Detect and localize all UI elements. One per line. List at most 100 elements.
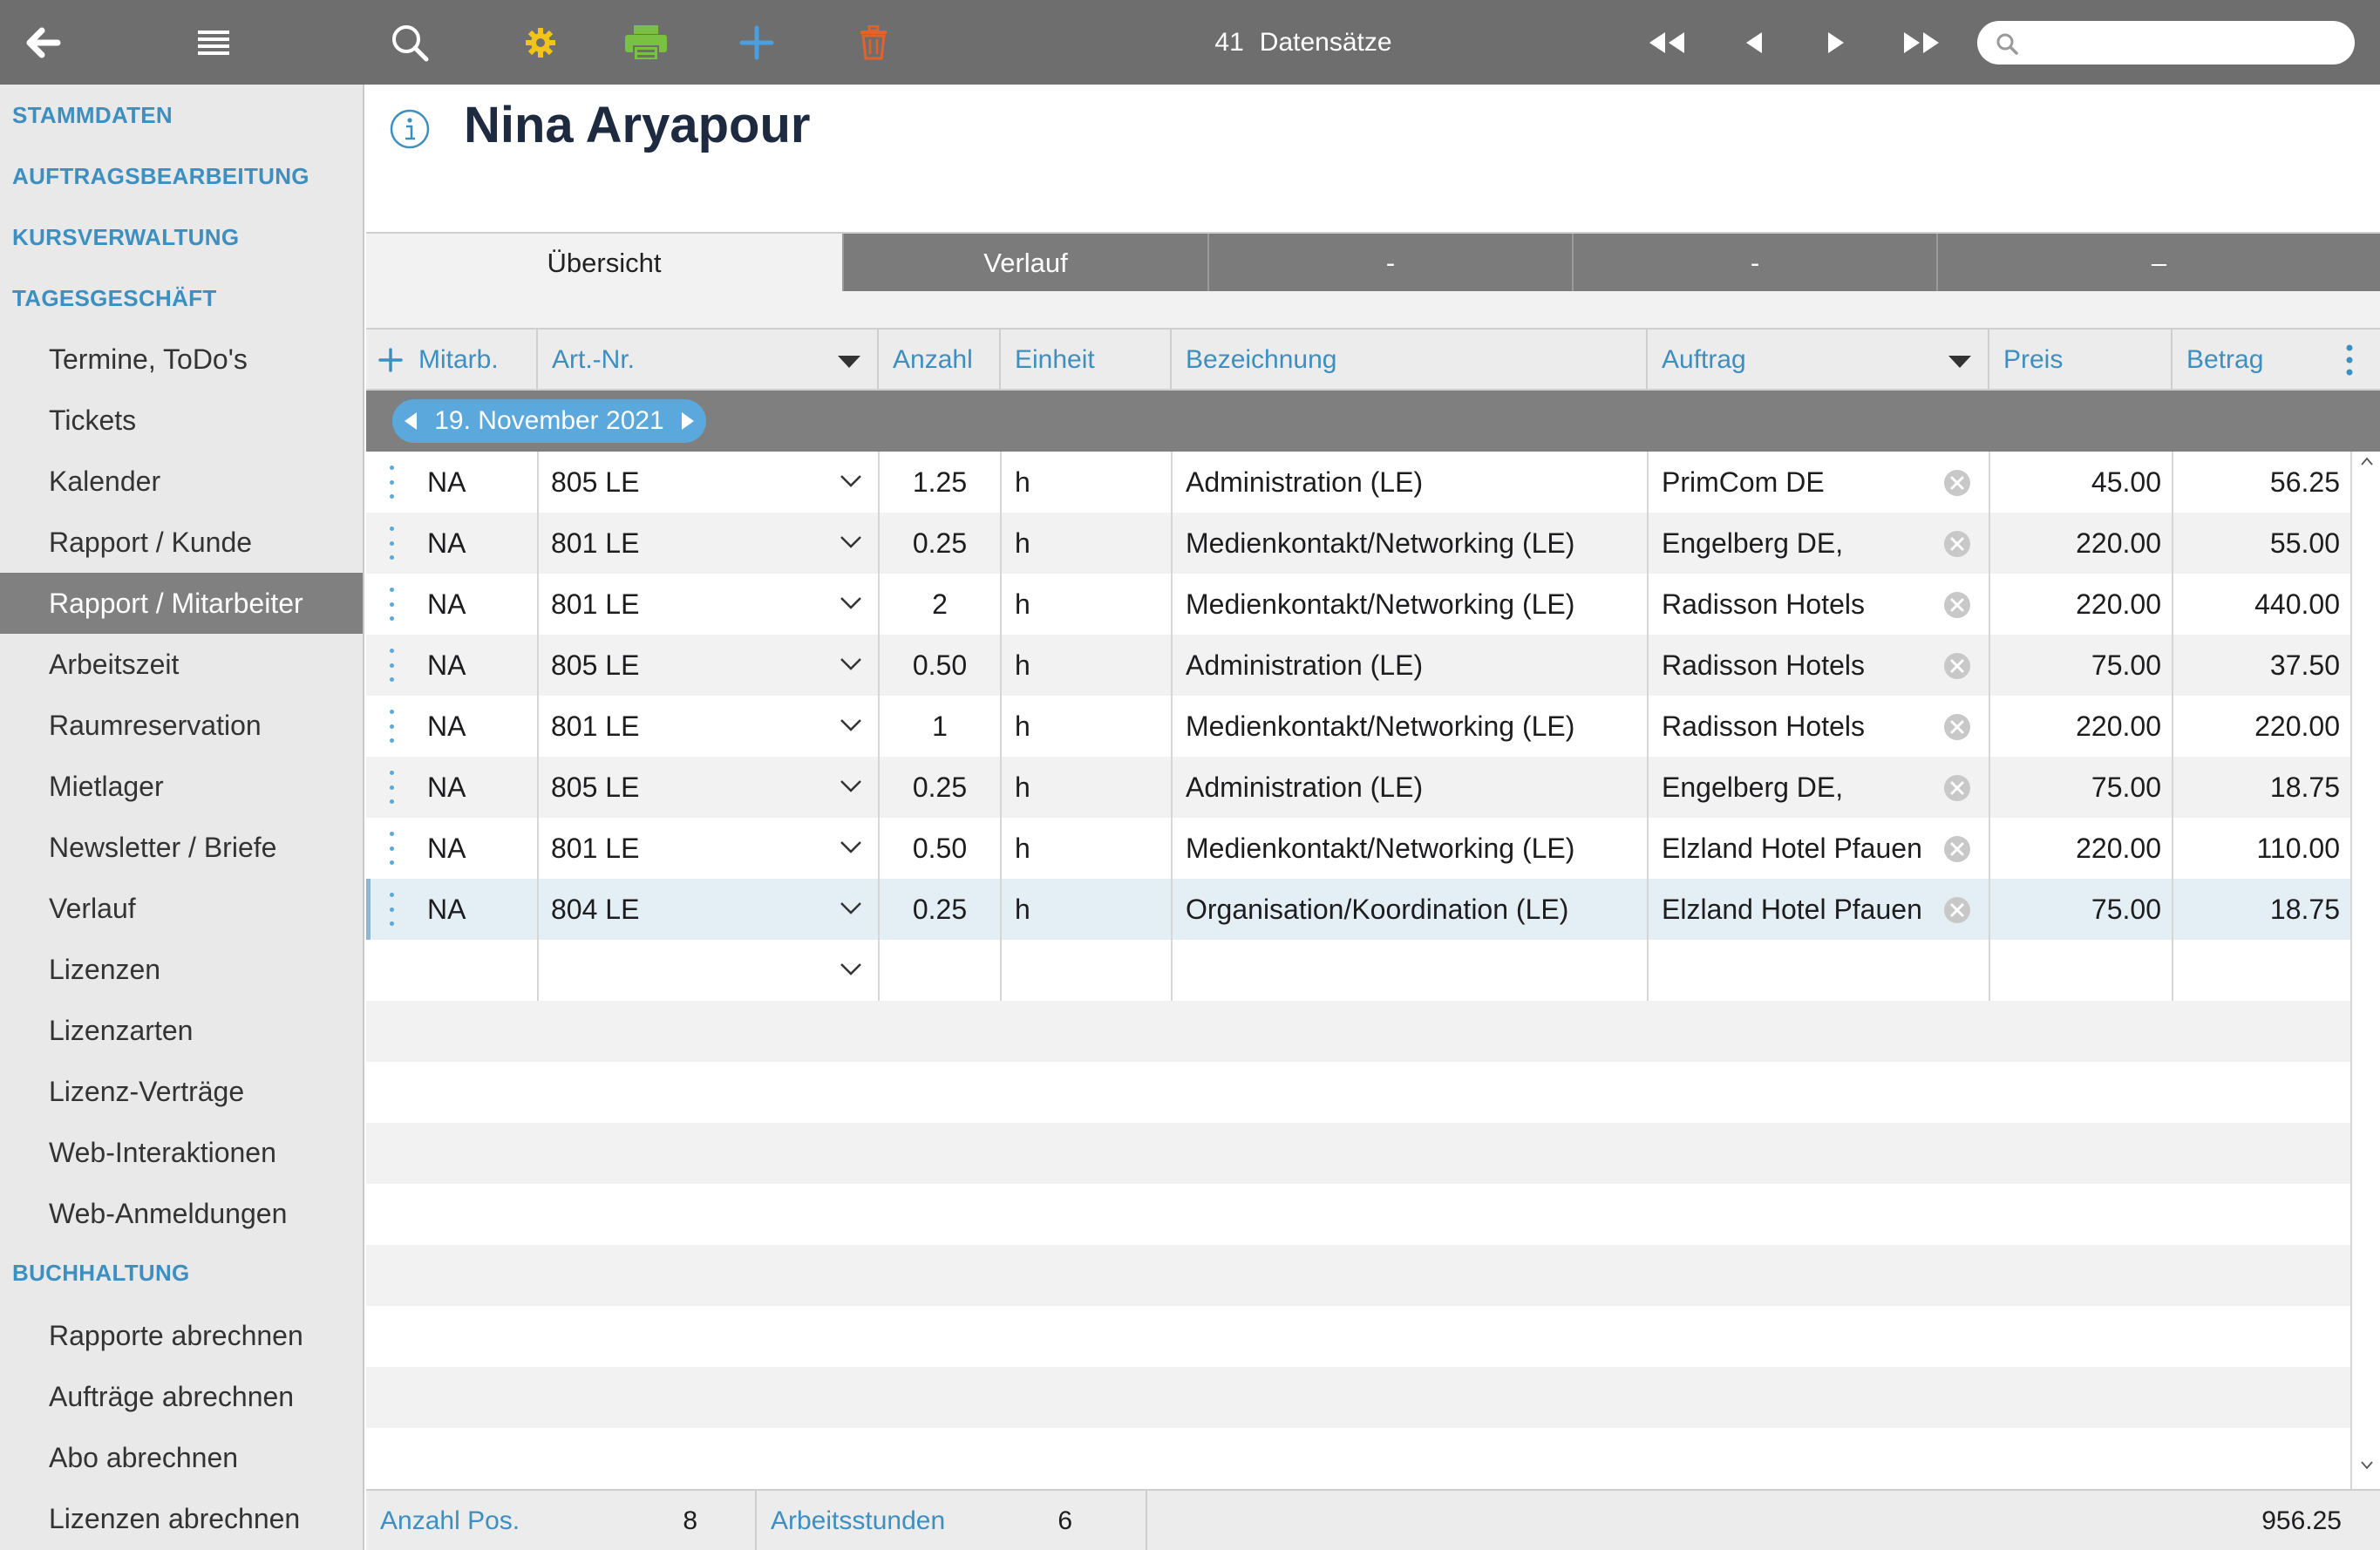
- scrollbar[interactable]: [2350, 452, 2380, 1489]
- sidebar-item-lizenz-vertraege[interactable]: Lizenz-Verträge: [0, 1061, 363, 1122]
- column-header-artnr[interactable]: Art.-Nr.: [538, 330, 799, 391]
- cell-preis[interactable]: 75.00: [1990, 879, 2172, 940]
- tab-empty-2[interactable]: -: [1572, 234, 1936, 293]
- clear-order-icon[interactable]: [1943, 896, 1971, 924]
- clear-order-icon[interactable]: [1943, 713, 1971, 741]
- sidebar-item-lizenzen-abrechnen[interactable]: Lizenzen abrechnen: [0, 1488, 363, 1549]
- cell-anzahl[interactable]: 1: [880, 696, 1000, 757]
- cell-bezeichnung[interactable]: Medienkontakt/Networking (LE): [1186, 574, 1639, 635]
- cell-artnr[interactable]: 805 LE: [551, 757, 813, 818]
- cell-einheit[interactable]: h: [1015, 513, 1163, 574]
- cell-anzahl[interactable]: 0.25: [880, 879, 1000, 940]
- sidebar-item-raumreservation[interactable]: Raumreservation: [0, 695, 363, 756]
- cell-einheit[interactable]: h: [1015, 879, 1163, 940]
- cell-anzahl[interactable]: 0.25: [880, 513, 1000, 574]
- menu-button[interactable]: [187, 0, 240, 85]
- sidebar-item-lizenzen[interactable]: Lizenzen: [0, 939, 363, 1000]
- cell-artnr[interactable]: 801 LE: [551, 696, 813, 757]
- sidebar-item-web-anmeldungen[interactable]: Web-Anmeldungen: [0, 1183, 363, 1244]
- cell-auftrag[interactable]: Elzland Hotel Pfauen: [1662, 879, 1941, 940]
- table-row[interactable]: NA 804 LE 0.25 h Organisation/Koordination (…: [366, 879, 2350, 940]
- add-button[interactable]: [731, 0, 783, 85]
- row-menu-icon[interactable]: [389, 893, 394, 926]
- cell-einheit[interactable]: h: [1015, 757, 1163, 818]
- table-row[interactable]: NA 805 LE 0.25 h Administration (LE) Engelber…: [366, 757, 2350, 818]
- row-menu-icon[interactable]: [389, 710, 394, 743]
- cell-artnr[interactable]: 805 LE: [551, 635, 813, 696]
- row-menu-icon[interactable]: [389, 466, 394, 499]
- table-row[interactable]: NA 805 LE 0.50 h Administration (LE) Radisson…: [366, 635, 2350, 696]
- previous-date-icon[interactable]: [405, 412, 417, 430]
- sort-dropdown-icon[interactable]: [837, 355, 861, 369]
- cell-bezeichnung[interactable]: Medienkontakt/Networking (LE): [1186, 513, 1639, 574]
- cell-anzahl[interactable]: 0.50: [880, 818, 1000, 879]
- cell-anzahl[interactable]: 0.50: [880, 635, 1000, 696]
- row-menu-icon[interactable]: [389, 527, 394, 560]
- cell-artnr[interactable]: 801 LE: [551, 818, 813, 879]
- search-field[interactable]: [1977, 21, 2355, 65]
- cell-auftrag[interactable]: Radisson Hotels: [1662, 635, 1941, 696]
- cell-auftrag[interactable]: PrimCom DE: [1662, 452, 1941, 513]
- sort-dropdown-icon[interactable]: [1948, 355, 1972, 369]
- cell-einheit[interactable]: h: [1015, 818, 1163, 879]
- sidebar-item-rapporte-abrechnen[interactable]: Rapporte abrechnen: [0, 1305, 363, 1366]
- table-row[interactable]: NA 805 LE 1.25 h Administration (LE) PrimCom …: [366, 452, 2350, 513]
- date-group-pill[interactable]: 19. November 2021: [392, 399, 706, 443]
- sidebar-item-newsletter[interactable]: Newsletter / Briefe: [0, 817, 363, 878]
- sidebar-section-buchhaltung[interactable]: BUCHHALTUNG: [12, 1242, 190, 1303]
- cell-bezeichnung[interactable]: Organisation/Koordination (LE): [1186, 879, 1639, 940]
- next-record-button[interactable]: [1810, 0, 1862, 85]
- search-input[interactable]: [2030, 26, 2343, 59]
- cell-artnr[interactable]: 801 LE: [551, 513, 813, 574]
- table-row[interactable]: NA 801 LE 0.50 h Medienkontakt/Networking (L…: [366, 818, 2350, 879]
- column-options-icon[interactable]: [2345, 343, 2354, 377]
- sidebar-item-abo-abrechnen[interactable]: Abo abrechnen: [0, 1427, 363, 1488]
- cell-artnr[interactable]: 801 LE: [551, 574, 813, 635]
- chevron-down-icon[interactable]: [840, 840, 862, 855]
- table-row[interactable]: NA 801 LE 1 h Medienkontakt/Networking (LE) R…: [366, 696, 2350, 757]
- sidebar-item-arbeitszeit[interactable]: Arbeitszeit: [0, 634, 363, 695]
- cell-auftrag[interactable]: Radisson Hotels: [1662, 574, 1941, 635]
- column-header-betrag[interactable]: Betrag: [2173, 330, 2329, 391]
- cell-preis[interactable]: 220.00: [1990, 574, 2172, 635]
- cell-auftrag[interactable]: Engelberg DE,: [1662, 757, 1941, 818]
- print-button[interactable]: [619, 0, 673, 85]
- cell-preis[interactable]: 75.00: [1990, 757, 2172, 818]
- sidebar-section-kursverwaltung[interactable]: KURSVERWALTUNG: [12, 207, 239, 268]
- chevron-down-icon[interactable]: [840, 717, 862, 733]
- first-record-button[interactable]: [1641, 0, 1693, 85]
- scroll-down-icon[interactable]: [2361, 1461, 2373, 1470]
- cell-preis[interactable]: 220.00: [1990, 818, 2172, 879]
- table-row[interactable]: NA 801 LE 0.25 h Medienkontakt/Networking (L…: [366, 513, 2350, 574]
- last-record-button[interactable]: [1895, 0, 1948, 85]
- sidebar-item-rapport-mitarbeiter[interactable]: Rapport / Mitarbeiter: [0, 573, 363, 634]
- settings-button[interactable]: [514, 0, 567, 85]
- add-row-icon[interactable]: [378, 348, 403, 372]
- search-button[interactable]: [384, 0, 436, 85]
- clear-order-icon[interactable]: [1943, 774, 1971, 802]
- clear-order-icon[interactable]: [1943, 652, 1971, 680]
- cell-artnr[interactable]: 804 LE: [551, 879, 813, 940]
- row-menu-icon[interactable]: [389, 649, 394, 682]
- row-menu-icon[interactable]: [389, 832, 394, 865]
- cell-artnr[interactable]: 805 LE: [551, 452, 813, 513]
- table-row[interactable]: NA 801 LE 2 h Medienkontakt/Networking (LE) R…: [366, 574, 2350, 635]
- next-date-icon[interactable]: [682, 412, 694, 430]
- previous-record-button[interactable]: [1728, 0, 1780, 85]
- tab-uebersicht[interactable]: Übersicht: [366, 234, 842, 293]
- row-menu-icon[interactable]: [389, 588, 394, 621]
- sidebar-section-tagesgeschaeft[interactable]: TAGESGESCHÄFT: [12, 268, 217, 329]
- row-menu-icon[interactable]: [389, 771, 394, 804]
- clear-order-icon[interactable]: [1943, 835, 1971, 863]
- sidebar-item-kalender[interactable]: Kalender: [0, 451, 363, 512]
- chevron-down-icon[interactable]: [840, 656, 862, 672]
- tab-empty-1[interactable]: -: [1207, 234, 1572, 293]
- column-header-preis[interactable]: Preis: [1989, 330, 2169, 391]
- sidebar-item-verlauf[interactable]: Verlauf: [0, 878, 363, 939]
- tab-verlauf[interactable]: Verlauf: [842, 234, 1207, 293]
- sidebar-item-lizenzarten[interactable]: Lizenzarten: [0, 1000, 363, 1061]
- cell-einheit[interactable]: h: [1015, 635, 1163, 696]
- column-header-einheit[interactable]: Einheit: [1001, 330, 1170, 391]
- cell-bezeichnung[interactable]: Medienkontakt/Networking (LE): [1186, 818, 1639, 879]
- chevron-down-icon[interactable]: [840, 534, 862, 550]
